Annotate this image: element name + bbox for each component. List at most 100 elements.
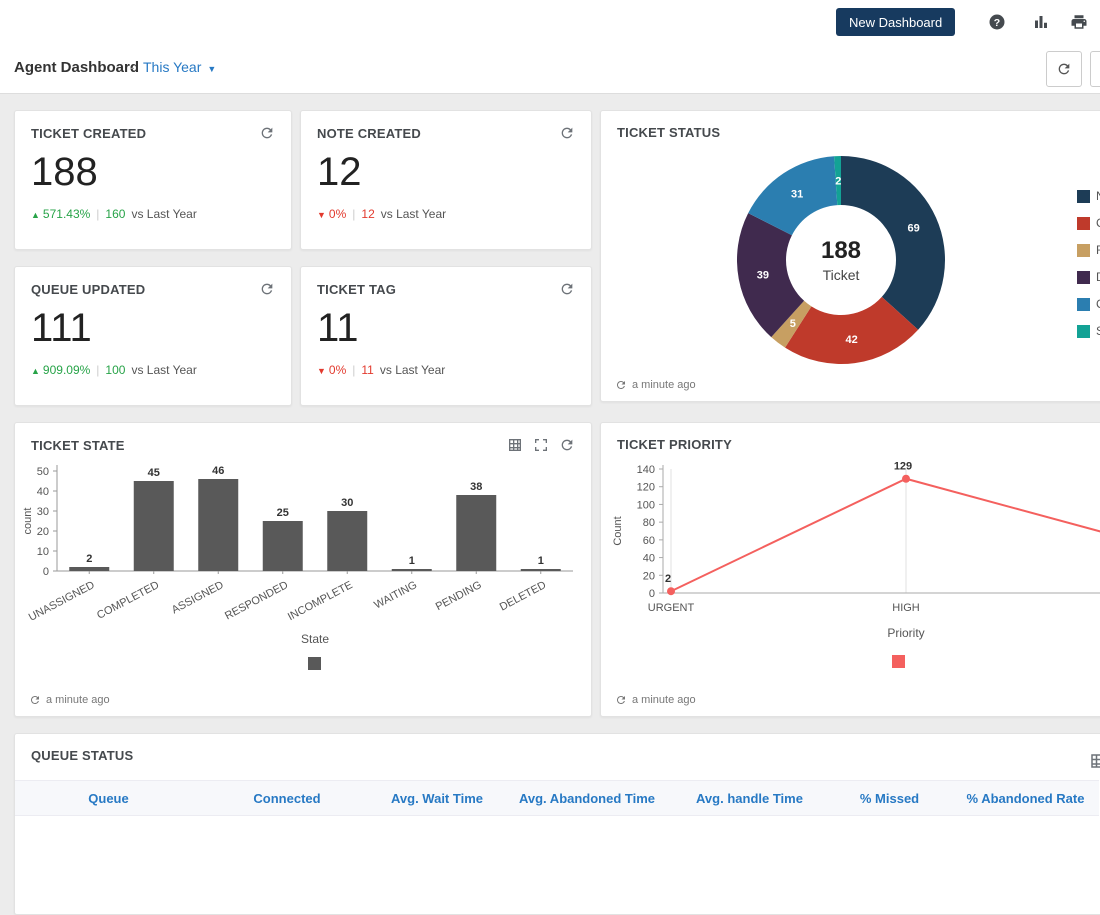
new-dashboard-button[interactable]: New Dashboard bbox=[836, 8, 956, 36]
svg-text:42: 42 bbox=[845, 334, 857, 346]
ticket-status-donut-chart[interactable]: 69 42 5 39 31 2 bbox=[726, 145, 956, 375]
legend-item[interactable]: C bbox=[1077, 297, 1100, 311]
period-dropdown[interactable]: This Year ▼ bbox=[143, 59, 216, 75]
svg-text:ASSIGNED: ASSIGNED bbox=[170, 579, 226, 616]
svg-text:10: 10 bbox=[37, 546, 49, 558]
note-created-card: NOTE CREATED 12 ▼ 0% | 12 vs Last Year bbox=[300, 110, 592, 250]
page-title: Agent Dashboard bbox=[14, 59, 140, 76]
data-point[interactable] bbox=[667, 587, 675, 596]
previous-value: 11 bbox=[361, 363, 374, 377]
refresh-icon[interactable] bbox=[559, 125, 575, 141]
trend-up-icon: ▲ bbox=[31, 210, 40, 220]
legend-swatch bbox=[1077, 216, 1090, 230]
column-header-queue[interactable]: Queue bbox=[15, 780, 202, 816]
stat-value: 188 bbox=[31, 150, 98, 194]
ticket-priority-line-chart[interactable]: 0204060801001201402URGENT129HIGH57LOWPri… bbox=[607, 455, 1100, 675]
refresh-time-icon bbox=[615, 694, 627, 706]
fullscreen-icon[interactable] bbox=[533, 437, 549, 453]
top-bar: New Dashboard bbox=[0, 0, 1100, 45]
last-updated: a minute ago bbox=[29, 694, 110, 706]
divider: | bbox=[96, 207, 100, 221]
title-separator: - bbox=[130, 59, 135, 75]
svg-text:30: 30 bbox=[341, 497, 353, 509]
column-header-avg-abandoned-time[interactable]: Avg. Abandoned Time bbox=[502, 780, 672, 816]
legend-item[interactable]: N bbox=[1077, 189, 1100, 203]
table-header-row: Queue Connected Avg. Wait Time Avg. Aban… bbox=[15, 780, 1099, 816]
last-updated: a minute ago bbox=[615, 694, 696, 706]
stat-comparison: ▼ 0% | 12 vs Last Year bbox=[301, 193, 591, 221]
svg-text:25: 25 bbox=[277, 507, 289, 519]
refresh-icon[interactable] bbox=[559, 437, 575, 453]
legend-label: D bbox=[1096, 270, 1100, 284]
ticket-priority-card: TICKET PRIORITY 0 20 40 60 80 100 120 140 2 URGEN… bbox=[600, 422, 1100, 717]
print-icon[interactable] bbox=[1070, 13, 1088, 31]
svg-text:1: 1 bbox=[409, 555, 415, 567]
svg-text:UNASSIGNED: UNASSIGNED bbox=[27, 579, 97, 624]
refresh-dashboard-button[interactable] bbox=[1046, 51, 1082, 87]
chart-icon[interactable] bbox=[1032, 13, 1050, 31]
svg-text:0: 0 bbox=[43, 566, 49, 578]
svg-text:HIGH: HIGH bbox=[892, 602, 920, 614]
divider: | bbox=[352, 207, 356, 221]
svg-text:DELETED: DELETED bbox=[498, 579, 548, 613]
divider: | bbox=[96, 363, 100, 377]
svg-text:140: 140 bbox=[637, 464, 655, 476]
legend-swatch bbox=[1077, 243, 1090, 257]
refresh-icon[interactable] bbox=[259, 281, 275, 297]
svg-text:State: State bbox=[301, 632, 329, 646]
svg-text:2: 2 bbox=[665, 573, 671, 585]
donut-segment[interactable] bbox=[841, 156, 945, 330]
ticket-status-legend[interactable]: NCRDCS bbox=[1077, 189, 1100, 338]
legend-swatch bbox=[1077, 324, 1090, 338]
column-header-avg-wait-time[interactable]: Avg. Wait Time bbox=[372, 780, 502, 816]
column-header-pct-abandoned-rate[interactable]: % Abandoned Rate bbox=[952, 780, 1099, 816]
bar[interactable] bbox=[456, 495, 497, 571]
refresh-icon[interactable] bbox=[559, 281, 575, 297]
bar[interactable] bbox=[133, 481, 174, 571]
chevron-down-icon: ▼ bbox=[207, 64, 217, 74]
svg-text:count: count bbox=[22, 508, 34, 535]
svg-text:Priority: Priority bbox=[887, 626, 924, 640]
card-title: TICKET TAG bbox=[317, 281, 397, 297]
compare-label: vs Last Year bbox=[379, 363, 446, 377]
divider: | bbox=[352, 363, 356, 377]
previous-value: 100 bbox=[105, 363, 126, 377]
column-header-pct-missed[interactable]: % Missed bbox=[827, 780, 952, 816]
bar[interactable] bbox=[520, 569, 561, 571]
svg-text:0: 0 bbox=[649, 588, 655, 600]
svg-text:129: 129 bbox=[894, 461, 912, 473]
svg-text:31: 31 bbox=[791, 189, 803, 201]
stat-comparison: ▲ 571.43% | 160 vs Last Year bbox=[15, 193, 291, 221]
svg-text:PENDING: PENDING bbox=[434, 579, 484, 613]
svg-text:60: 60 bbox=[643, 535, 655, 547]
bar[interactable] bbox=[198, 479, 239, 571]
bar[interactable] bbox=[327, 511, 368, 571]
table-view-icon[interactable] bbox=[507, 437, 523, 453]
bar[interactable] bbox=[262, 521, 303, 571]
legend-item[interactable]: R bbox=[1077, 243, 1100, 257]
queue-status-card: QUEUE STATUS Queue Connected Avg. Wait T… bbox=[14, 733, 1100, 915]
refresh-icon[interactable] bbox=[259, 125, 275, 141]
card-title: TICKET CREATED bbox=[31, 125, 147, 141]
data-point[interactable] bbox=[902, 474, 910, 483]
help-icon[interactable] bbox=[988, 13, 1006, 31]
ticket-state-bar-chart[interactable]: 0 10 20 30 40 50 2 UNASSIGNED 45 COMPLETED 46 ASSIG… bbox=[21, 455, 581, 675]
column-header-connected[interactable]: Connected bbox=[202, 780, 372, 816]
legend-item[interactable]: S bbox=[1077, 324, 1100, 338]
svg-text:120: 120 bbox=[637, 482, 655, 494]
column-header-avg-handle-time[interactable]: Avg. handle Time bbox=[672, 780, 827, 816]
fullscreen-button[interactable] bbox=[1090, 51, 1100, 87]
svg-text:46: 46 bbox=[212, 465, 224, 477]
legend-item[interactable]: D bbox=[1077, 270, 1100, 284]
bar[interactable] bbox=[391, 569, 432, 571]
previous-value: 12 bbox=[361, 207, 375, 221]
svg-text:69: 69 bbox=[908, 223, 920, 235]
refresh-time-icon bbox=[615, 379, 627, 391]
dashboard-header: Agent Dashboard - This Year ▼ bbox=[0, 44, 1100, 94]
trend-down-indicator: ▼ 0% bbox=[317, 207, 347, 221]
bar[interactable] bbox=[69, 567, 110, 571]
ticket-tag-card: TICKET TAG 11 ▼ 0% | 11 vs Last Year bbox=[300, 266, 592, 406]
svg-text:URGENT: URGENT bbox=[648, 602, 695, 614]
legend-item[interactable]: C bbox=[1077, 216, 1100, 230]
table-export-icon[interactable] bbox=[1089, 752, 1100, 770]
